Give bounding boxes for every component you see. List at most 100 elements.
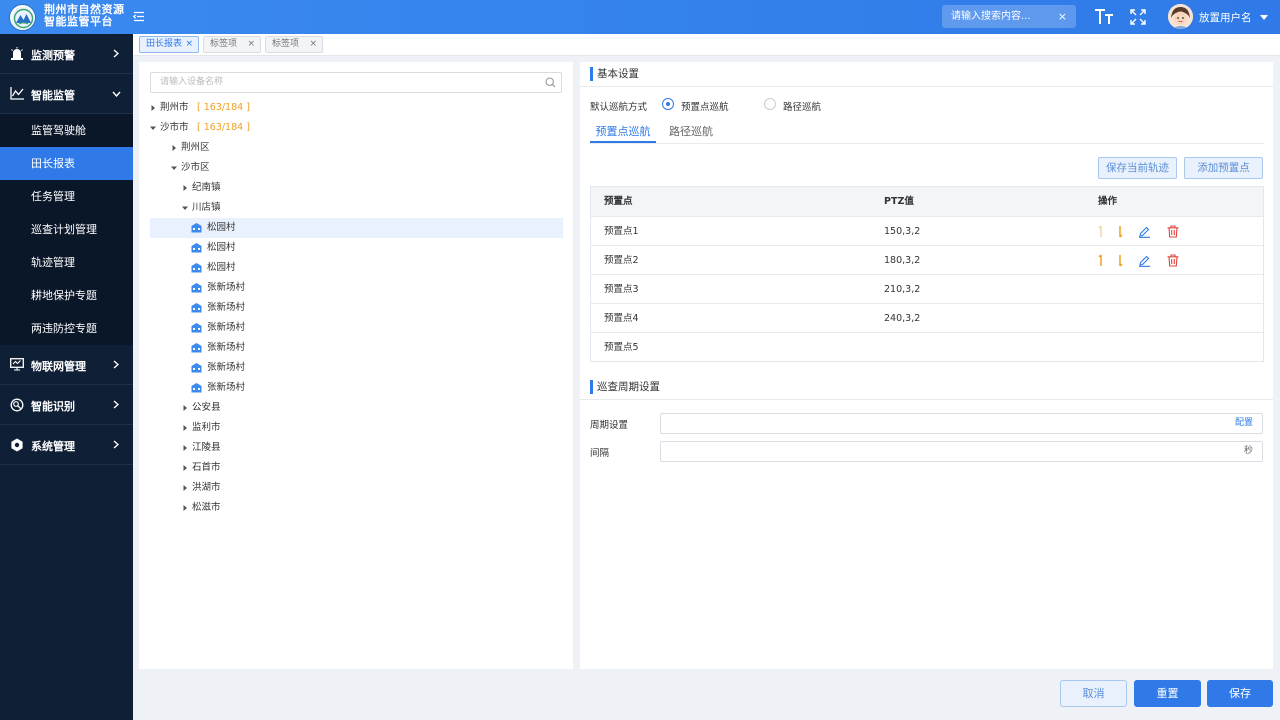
top-bar: 荆州市自然资源 智能监管平台 请输入搜索内容... × 放置用户名 [0, 0, 1280, 34]
caret-right-icon[interactable] [171, 145, 177, 151]
radio-preset-cruise-label[interactable]: 预置点巡航 [681, 99, 729, 113]
save-button[interactable]: 保存 [1207, 680, 1273, 707]
table-row[interactable]: 预置点5 [591, 332, 1263, 361]
tree-node[interactable]: 江陵县 [150, 438, 563, 458]
tree-leaf-village[interactable]: 松园村 [150, 258, 563, 278]
caret-right-icon[interactable] [182, 445, 188, 451]
tab-close-icon[interactable]: × [247, 37, 255, 52]
period-setting-field[interactable]: 配置 [660, 413, 1263, 434]
divider [580, 399, 1273, 400]
reset-button[interactable]: 重置 [1134, 680, 1201, 707]
save-track-button[interactable]: 保存当前轨迹 [1098, 157, 1177, 179]
sidebar-item-patrol-plan[interactable]: 巡查计划管理 [0, 213, 133, 246]
tree-node[interactable]: 松滋市 [150, 498, 563, 518]
sidebar-group-iot[interactable]: 物联网管理 [0, 345, 133, 385]
sidebar-item-track-management[interactable]: 轨迹管理 [0, 246, 133, 279]
caret-down-icon[interactable] [1260, 15, 1268, 20]
tree-node[interactable]: 公安县 [150, 398, 563, 418]
cancel-button[interactable]: 取消 [1060, 680, 1127, 707]
move-down-icon[interactable] [1115, 254, 1125, 267]
tab-item[interactable]: 标签项 × [265, 36, 323, 53]
table-row[interactable]: 预置点4 240,3,2 [591, 303, 1263, 332]
global-search-input[interactable]: 请输入搜索内容... × [942, 5, 1076, 28]
tree-node[interactable]: 石首市 [150, 458, 563, 478]
village-building-icon [191, 263, 202, 273]
tree-leaf-village[interactable]: 松园村 [150, 218, 563, 238]
caret-right-icon[interactable] [182, 405, 188, 411]
move-up-icon[interactable] [1096, 254, 1106, 267]
tree-leaf-village[interactable]: 松园村 [150, 238, 563, 258]
edit-icon[interactable] [1138, 254, 1151, 267]
tree-node[interactable]: 洪湖市 [150, 478, 563, 498]
tree-node[interactable]: 荆州市 [ 163/184 ] [150, 98, 563, 118]
caret-right-icon[interactable] [182, 465, 188, 471]
tree-node-label: 荆州市 [160, 102, 189, 113]
interval-unit: 秒 [1243, 446, 1253, 456]
sidebar-item-violation-control[interactable]: 两违防控专题 [0, 312, 133, 345]
caret-right-icon[interactable] [182, 425, 188, 431]
sidebar-group-recognition[interactable]: 智能识别 [0, 385, 133, 425]
village-building-icon [191, 283, 202, 293]
tree-node-label: 荆州区 [181, 142, 210, 153]
delete-icon[interactable] [1167, 254, 1179, 267]
search-clear-icon[interactable]: × [1058, 5, 1067, 28]
caret-right-icon[interactable] [182, 185, 188, 191]
menu-collapse-icon[interactable] [133, 11, 145, 22]
table-row[interactable]: 预置点2 180,3,2 [591, 245, 1263, 274]
tree-node[interactable]: 沙市市 [ 163/184 ] [150, 118, 563, 138]
sidebar-item-cockpit[interactable]: 监管驾驶舱 [0, 114, 133, 147]
caret-right-icon[interactable] [182, 485, 188, 491]
sidebar-group-label: 系统管理 [31, 440, 75, 453]
tree-leaf-village[interactable]: 张新场村 [150, 298, 563, 318]
tab-close-icon[interactable]: × [309, 37, 317, 52]
tree-leaf-village[interactable]: 张新场村 [150, 318, 563, 338]
add-preset-button[interactable]: 添加预置点 [1184, 157, 1263, 179]
interval-input[interactable]: 秒 [660, 441, 1263, 462]
sidebar-group-system[interactable]: 系统管理 [0, 425, 133, 465]
font-size-icon[interactable] [1094, 8, 1114, 26]
device-search-input[interactable]: 请输入设备名称 [150, 72, 562, 93]
caret-right-icon[interactable] [150, 105, 156, 111]
radio-preset-cruise[interactable] [662, 98, 674, 110]
delete-icon[interactable] [1167, 225, 1179, 238]
sidebar-item-field-chief-report[interactable]: 田长报表 [0, 147, 133, 180]
tree-leaf-village[interactable]: 张新场村 [150, 358, 563, 378]
tree-node[interactable]: 纪南镇 [150, 178, 563, 198]
tree-leaf-village[interactable]: 张新场村 [150, 338, 563, 358]
caret-down-icon[interactable] [171, 165, 177, 171]
caret-right-icon[interactable] [182, 505, 188, 511]
cruise-config-panel: 基本设置 默认巡航方式 预置点巡航 路径巡航 预置点巡航 路径巡航 保存当前轨迹… [580, 62, 1273, 669]
sidebar-group-monitoring[interactable]: 监测预警 [0, 34, 133, 74]
tab-label: 田长报表 [146, 39, 183, 49]
move-down-icon[interactable] [1115, 225, 1125, 238]
tab-item[interactable]: 标签项 × [203, 36, 261, 53]
tab-preset-cruise[interactable]: 预置点巡航 [590, 123, 656, 143]
sidebar-group-label: 智能识别 [31, 400, 75, 413]
tree-node[interactable]: 荆州区 [150, 138, 563, 158]
avatar[interactable] [1168, 4, 1193, 29]
radio-path-cruise[interactable] [764, 98, 776, 110]
tree-node[interactable]: 沙市区 [150, 158, 563, 178]
tab-field-chief-report[interactable]: 田长报表 × [139, 36, 199, 53]
search-icon[interactable] [545, 77, 556, 88]
table-row[interactable]: 预置点1 150,3,2 [591, 216, 1263, 245]
period-config-link[interactable]: 配置 [1235, 418, 1253, 428]
caret-down-icon[interactable] [182, 205, 188, 211]
tree-node[interactable]: 川店镇 [150, 198, 563, 218]
tab-close-icon[interactable]: × [185, 37, 193, 52]
table-row[interactable]: 预置点3 210,3,2 [591, 274, 1263, 303]
caret-down-icon[interactable] [150, 125, 156, 131]
tree-leaf-village[interactable]: 张新场村 [150, 278, 563, 298]
tab-path-cruise[interactable]: 路径巡航 [669, 123, 713, 143]
tree-node-label: 公安县 [192, 402, 221, 413]
fullscreen-icon[interactable] [1130, 9, 1146, 25]
radio-path-cruise-label[interactable]: 路径巡航 [783, 99, 821, 113]
tree-node[interactable]: 监利市 [150, 418, 563, 438]
tree-leaf-village[interactable]: 张新场村 [150, 378, 563, 398]
sidebar-item-farmland-protection[interactable]: 耕地保护专题 [0, 279, 133, 312]
sidebar-group-smart-supervision[interactable]: 智能监管 [0, 74, 133, 114]
edit-icon[interactable] [1138, 225, 1151, 238]
sidebar-item-task-management[interactable]: 任务管理 [0, 180, 133, 213]
recognition-icon [10, 398, 24, 412]
username[interactable]: 放置用户名 [1199, 10, 1252, 25]
